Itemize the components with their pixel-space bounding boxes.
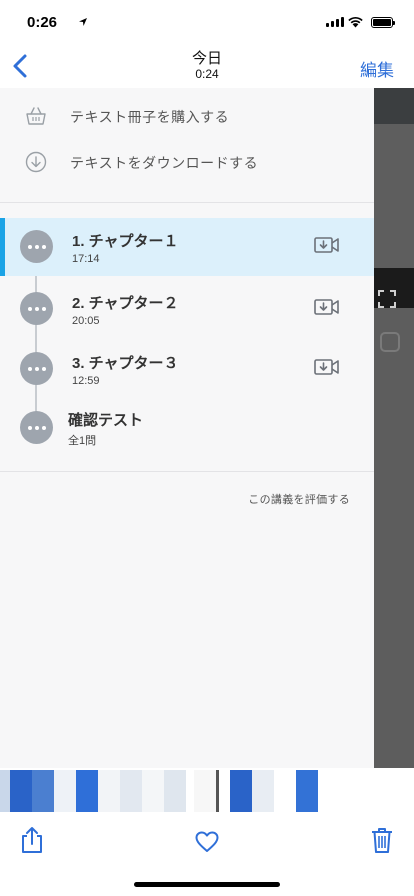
quiz-title: 確認テスト (68, 412, 144, 429)
basket-icon (26, 107, 46, 125)
thumbnail[interactable] (296, 770, 318, 812)
home-indicator (134, 882, 280, 887)
quiz-count: 全1問 (68, 435, 97, 447)
chapter-duration: 12:59 (72, 375, 100, 387)
chapter-title: 3. チャプター３ (72, 355, 179, 372)
thumbnail[interactable] (252, 770, 274, 812)
thumbnail[interactable] (216, 770, 219, 812)
thumbnail[interactable] (76, 770, 98, 812)
thumbnail[interactable] (54, 770, 76, 812)
more-icon[interactable] (20, 352, 53, 385)
video-download-icon[interactable] (314, 235, 340, 255)
rate-course-link[interactable]: この講義を評価する (248, 491, 350, 507)
video-download-icon[interactable] (314, 297, 340, 317)
download-text-label: テキストをダウンロードする (70, 155, 259, 171)
download-circle-icon (25, 151, 47, 173)
thumbnail[interactable] (194, 770, 216, 812)
cellular-signal-icon (326, 17, 344, 27)
navigation-bar: 今日 0:24 編集 (0, 44, 414, 88)
chapter-item-3[interactable]: 3. チャプター３ 12:59 (0, 340, 374, 398)
active-indicator (0, 218, 5, 276)
more-icon[interactable] (20, 292, 53, 325)
chapter-duration: 20:05 (72, 315, 100, 327)
thumbnail[interactable] (142, 770, 164, 812)
heart-icon[interactable] (195, 831, 219, 853)
chapter-duration: 17:14 (72, 253, 100, 265)
download-text-button[interactable]: テキストをダウンロードする (0, 143, 374, 183)
chapter-title: 2. チャプター２ (72, 295, 179, 312)
location-arrow-icon (79, 18, 87, 26)
chapter-title: 1. チャプター１ (72, 233, 179, 250)
thumbnail[interactable] (10, 770, 32, 812)
status-bar: 0:26 (0, 0, 414, 44)
share-icon[interactable] (20, 826, 44, 854)
status-time: 0:26 (27, 14, 58, 31)
thumbnail-strip[interactable] (0, 768, 414, 812)
more-icon[interactable] (20, 230, 53, 263)
chapter-item-1[interactable]: 1. チャプター１ 17:14 (0, 218, 374, 276)
thumbnail[interactable] (164, 770, 186, 812)
more-icon[interactable] (20, 411, 53, 444)
divider (0, 202, 374, 203)
trash-icon[interactable] (371, 826, 393, 854)
thumbnail[interactable] (32, 770, 54, 812)
thumbnail[interactable] (0, 770, 10, 812)
course-menu-panel: テキスト冊子を購入する テキストをダウンロードする 1. チャプター１ 17:1… (0, 88, 374, 768)
thumbnail[interactable] (120, 770, 142, 812)
settings-icon (380, 332, 400, 352)
wifi-icon (348, 16, 363, 28)
buy-textbook-button[interactable]: テキスト冊子を購入する (0, 97, 374, 137)
video-download-icon[interactable] (314, 357, 340, 377)
divider (0, 471, 374, 472)
thumbnail[interactable] (230, 770, 252, 812)
quiz-item[interactable]: 確認テスト 全1問 (0, 399, 374, 457)
edit-button[interactable]: 編集 (360, 56, 394, 81)
thumbnail[interactable] (274, 770, 296, 812)
background-photo (374, 88, 414, 768)
thumbnail[interactable] (98, 770, 120, 812)
nav-subtitle: 0:24 (195, 67, 219, 81)
battery-icon (371, 17, 395, 28)
fullscreen-icon (378, 290, 396, 308)
nav-title: 今日 (191, 50, 222, 67)
buy-textbook-label: テキスト冊子を購入する (70, 109, 230, 125)
chapter-item-2[interactable]: 2. チャプター２ 20:05 (0, 280, 374, 338)
